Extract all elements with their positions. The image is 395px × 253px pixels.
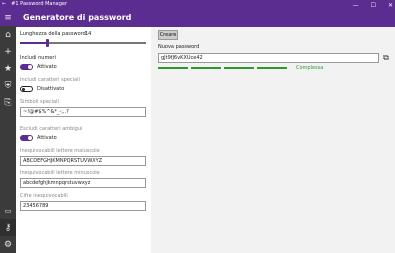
close-button[interactable]: ✕ bbox=[388, 2, 393, 9]
password-field[interactable]: gJt9fJ6vKXUce42 bbox=[158, 53, 379, 63]
create-button[interactable]: Creare bbox=[158, 30, 178, 40]
digits-input[interactable]: 23456789 bbox=[20, 201, 146, 211]
page-header: Generatore di password bbox=[16, 10, 395, 27]
uppercase-input[interactable]: ABCDEFGHJKMNPQRSTUVWXYZ bbox=[20, 156, 146, 166]
home-icon[interactable]: ⌂ bbox=[0, 26, 16, 43]
include-numbers-label: Includi numeri bbox=[20, 55, 56, 61]
generator-options-panel: Lunghezza della password: 14 Includi num… bbox=[16, 27, 151, 253]
strength-bar-segment bbox=[224, 67, 254, 69]
strength-bar-segment bbox=[191, 67, 221, 69]
result-panel: Creare Nuova password gJt9fJ6vKXUce42 ⧉ … bbox=[151, 27, 395, 253]
include-special-label: Includi caratteri speciali bbox=[20, 77, 80, 83]
special-symbols-input[interactable]: ~!@#$%^&*_-;,.? bbox=[20, 107, 146, 117]
clipboard-icon[interactable]: ▭ bbox=[0, 202, 16, 219]
window-title: #1 Password Manager bbox=[11, 1, 68, 7]
exclude-ambiguous-state: Attivato bbox=[37, 135, 57, 141]
hamburger-menu-icon[interactable]: ≡ bbox=[0, 10, 16, 26]
minimize-button[interactable]: — bbox=[353, 2, 359, 9]
length-value: 14 bbox=[85, 31, 92, 37]
key-icon[interactable]: ⚷ bbox=[0, 219, 16, 236]
settings-icon[interactable]: ⚙ bbox=[0, 236, 16, 253]
lowercase-input[interactable]: abcdefghjkmnpqrstuvwxyz bbox=[20, 178, 146, 188]
copy-icon[interactable]: ⧉ bbox=[381, 53, 391, 63]
page-title: Generatore di password bbox=[23, 13, 132, 22]
lowercase-label: Inequivocabili lettere minuscole bbox=[20, 170, 100, 176]
length-label: Lunghezza della password: bbox=[20, 31, 88, 37]
length-slider-thumb[interactable] bbox=[46, 39, 50, 47]
back-arrow-icon[interactable]: ← bbox=[2, 1, 6, 7]
add-icon[interactable]: + bbox=[0, 43, 16, 60]
import-icon[interactable]: ⎘ bbox=[0, 94, 16, 111]
shield-icon[interactable]: ⛨ bbox=[0, 77, 16, 94]
length-slider-fill bbox=[20, 42, 48, 44]
maximize-button[interactable]: ☐ bbox=[371, 2, 376, 9]
window-titlebar: ← #1 Password Manager — ☐ ✕ bbox=[0, 0, 395, 10]
exclude-ambiguous-label: Escludi caratteri ambigui bbox=[20, 126, 83, 132]
strength-bar-segment bbox=[257, 67, 287, 69]
include-special-state: Disattivato bbox=[37, 86, 65, 92]
exclude-ambiguous-toggle[interactable] bbox=[20, 135, 33, 141]
length-slider[interactable] bbox=[20, 39, 146, 47]
include-special-toggle[interactable] bbox=[20, 86, 33, 92]
include-numbers-toggle[interactable] bbox=[20, 64, 33, 70]
include-numbers-state: Attivato bbox=[37, 64, 57, 70]
strength-bar-segment bbox=[158, 67, 188, 69]
special-symbols-label: Simboli speciali bbox=[20, 99, 59, 105]
uppercase-label: Inequivocabili lettere maiuscole bbox=[20, 148, 100, 154]
digits-label: Cifre inequivocabili bbox=[20, 193, 68, 199]
sidebar: ≡ ⌂ + ★ ⛨ ⎘ ▭ ⚷ ⚙ bbox=[0, 10, 16, 253]
new-password-label: Nuova password bbox=[158, 44, 200, 50]
strength-label: Complessa bbox=[296, 65, 324, 71]
star-icon[interactable]: ★ bbox=[0, 60, 16, 77]
